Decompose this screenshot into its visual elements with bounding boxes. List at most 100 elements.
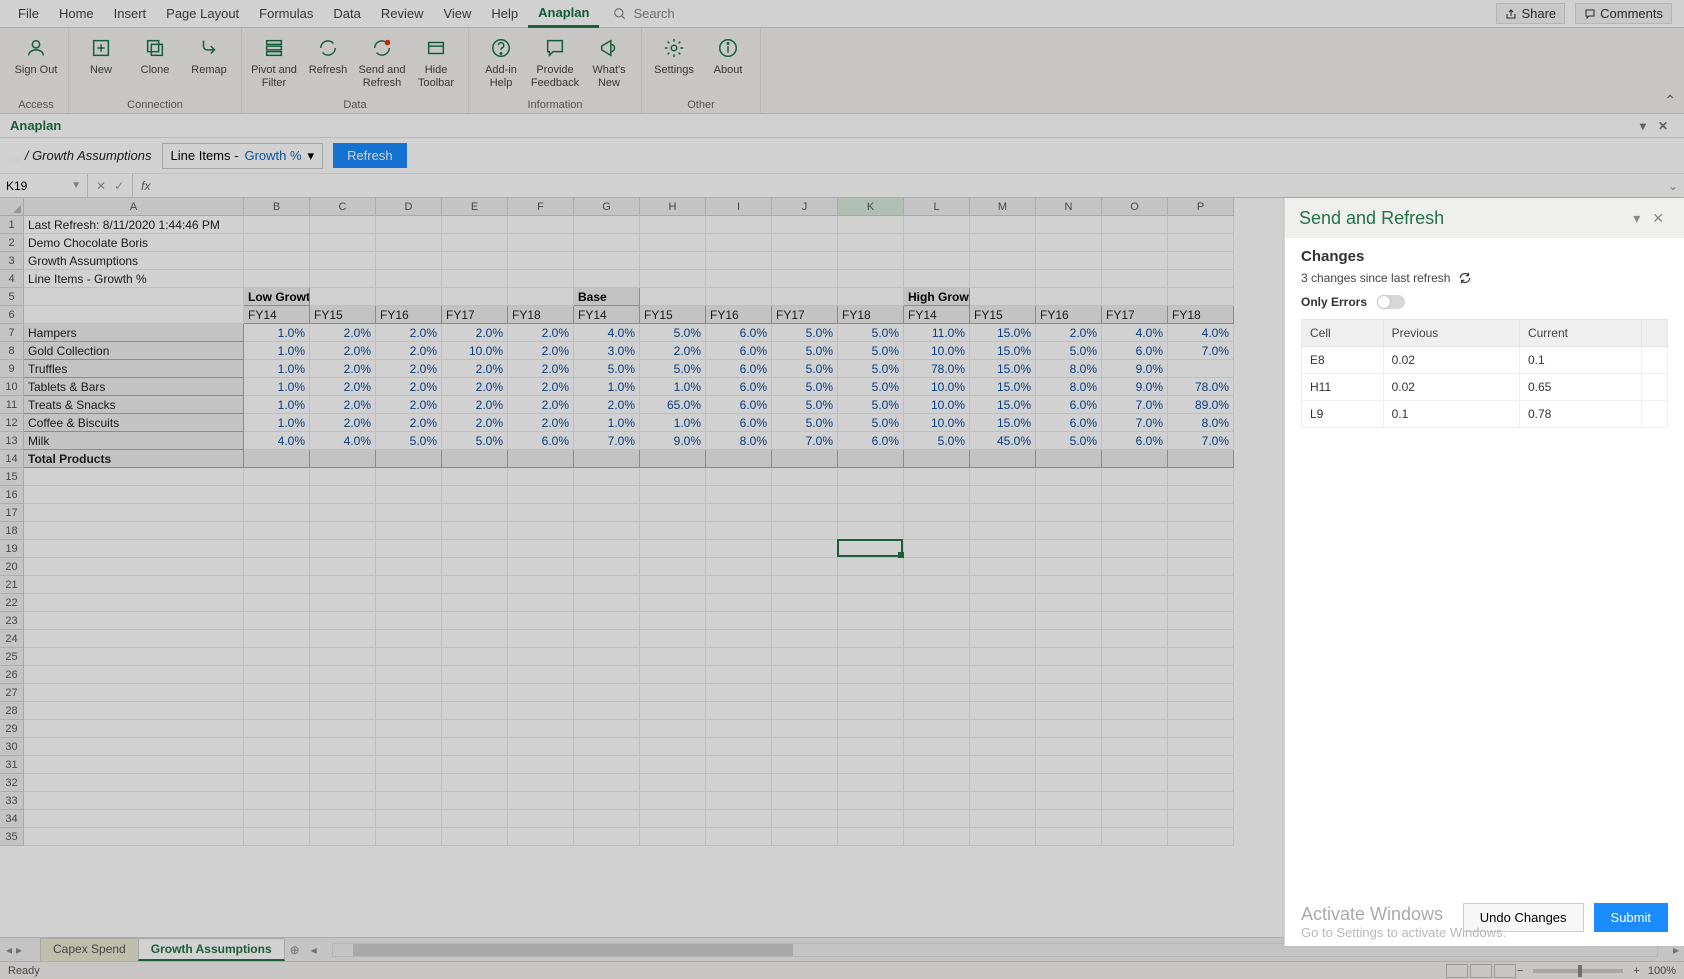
cell[interactable] [24, 576, 244, 594]
cell[interactable] [1168, 576, 1234, 594]
cell[interactable]: Truffles [24, 360, 244, 378]
cell[interactable] [24, 288, 244, 306]
cell[interactable]: 2.0% [442, 396, 508, 414]
cell[interactable] [244, 540, 310, 558]
cell[interactable] [574, 252, 640, 270]
cell[interactable] [838, 450, 904, 468]
cell[interactable] [508, 594, 574, 612]
cell[interactable] [508, 738, 574, 756]
cancel-icon[interactable]: ✕ [96, 179, 106, 193]
cell[interactable] [772, 594, 838, 612]
row-header[interactable]: 17 [0, 504, 24, 522]
cell[interactable] [1036, 234, 1102, 252]
cell[interactable] [1102, 720, 1168, 738]
menu-tab-data[interactable]: Data [323, 0, 370, 28]
cell[interactable] [508, 810, 574, 828]
cell[interactable] [772, 828, 838, 846]
cell[interactable] [838, 612, 904, 630]
row-header[interactable]: 32 [0, 774, 24, 792]
cell[interactable]: FY14 [244, 306, 310, 324]
cell[interactable] [244, 738, 310, 756]
provide-feedback-button[interactable]: Provide Feedback [529, 32, 581, 97]
menu-tab-review[interactable]: Review [371, 0, 434, 28]
cell[interactable]: Total Products [24, 450, 244, 468]
cell[interactable] [310, 468, 376, 486]
cell[interactable] [24, 630, 244, 648]
cell[interactable] [706, 540, 772, 558]
cell[interactable] [1102, 522, 1168, 540]
cell[interactable]: Demo Chocolate Boris [24, 234, 244, 252]
cell[interactable]: 10.0% [904, 342, 970, 360]
clone-button[interactable]: Clone [129, 32, 181, 97]
cell[interactable] [574, 612, 640, 630]
cell[interactable] [310, 666, 376, 684]
cell[interactable] [24, 522, 244, 540]
cell[interactable] [1102, 234, 1168, 252]
cell[interactable] [244, 468, 310, 486]
cell[interactable] [1102, 216, 1168, 234]
cell[interactable] [508, 828, 574, 846]
cell[interactable] [24, 738, 244, 756]
cell[interactable] [772, 792, 838, 810]
add-sheet-button[interactable]: ⊕ [284, 941, 306, 959]
cell[interactable]: 5.0% [772, 360, 838, 378]
cell[interactable] [772, 738, 838, 756]
menu-tab-page-layout[interactable]: Page Layout [156, 0, 249, 28]
row-header[interactable]: 15 [0, 468, 24, 486]
cell[interactable]: 11.0% [904, 324, 970, 342]
cell[interactable] [574, 594, 640, 612]
cell[interactable] [970, 558, 1036, 576]
cell[interactable] [1168, 648, 1234, 666]
cell[interactable] [904, 576, 970, 594]
select-all-cell[interactable] [0, 198, 24, 216]
cell[interactable] [640, 270, 706, 288]
cell[interactable] [970, 288, 1036, 306]
cell[interactable] [838, 774, 904, 792]
view-normal-button[interactable] [1446, 964, 1468, 978]
cell[interactable] [24, 612, 244, 630]
cell[interactable]: 2.0% [310, 324, 376, 342]
cell[interactable]: 7.0% [1102, 414, 1168, 432]
cell[interactable]: Base [574, 288, 640, 306]
cell[interactable] [310, 450, 376, 468]
cell[interactable] [442, 216, 508, 234]
cell[interactable] [772, 234, 838, 252]
cell[interactable] [970, 666, 1036, 684]
menu-tab-formulas[interactable]: Formulas [249, 0, 323, 28]
cell[interactable] [1102, 774, 1168, 792]
cell[interactable] [904, 450, 970, 468]
cell[interactable]: 5.0% [442, 432, 508, 450]
cell[interactable]: FY14 [574, 306, 640, 324]
cell[interactable] [24, 558, 244, 576]
cell[interactable] [244, 756, 310, 774]
cell[interactable] [24, 828, 244, 846]
cell[interactable] [1036, 558, 1102, 576]
cell[interactable] [640, 648, 706, 666]
cell[interactable]: 15.0% [970, 324, 1036, 342]
cell[interactable] [1168, 666, 1234, 684]
cell[interactable]: 6.0% [1036, 414, 1102, 432]
cell[interactable] [376, 738, 442, 756]
cell[interactable] [904, 684, 970, 702]
sheet-tab-capex-spend[interactable]: Capex Spend [40, 938, 139, 961]
cell[interactable] [904, 558, 970, 576]
cell[interactable] [1036, 522, 1102, 540]
cell[interactable] [376, 288, 442, 306]
cell[interactable] [640, 792, 706, 810]
column-header[interactable]: H [640, 198, 706, 216]
cell[interactable]: Hampers [24, 324, 244, 342]
cell[interactable] [640, 756, 706, 774]
cell[interactable] [310, 792, 376, 810]
panel-dropdown-icon[interactable]: ▾ [1627, 210, 1646, 227]
cell[interactable] [574, 450, 640, 468]
cell[interactable] [310, 630, 376, 648]
cell[interactable] [310, 252, 376, 270]
cell[interactable] [706, 486, 772, 504]
cell[interactable] [310, 756, 376, 774]
cell[interactable]: 6.0% [706, 342, 772, 360]
cell[interactable] [376, 576, 442, 594]
search-input[interactable]: Search [633, 6, 674, 21]
cell[interactable]: 2.0% [442, 414, 508, 432]
cell[interactable]: 5.0% [838, 342, 904, 360]
cell[interactable] [706, 774, 772, 792]
